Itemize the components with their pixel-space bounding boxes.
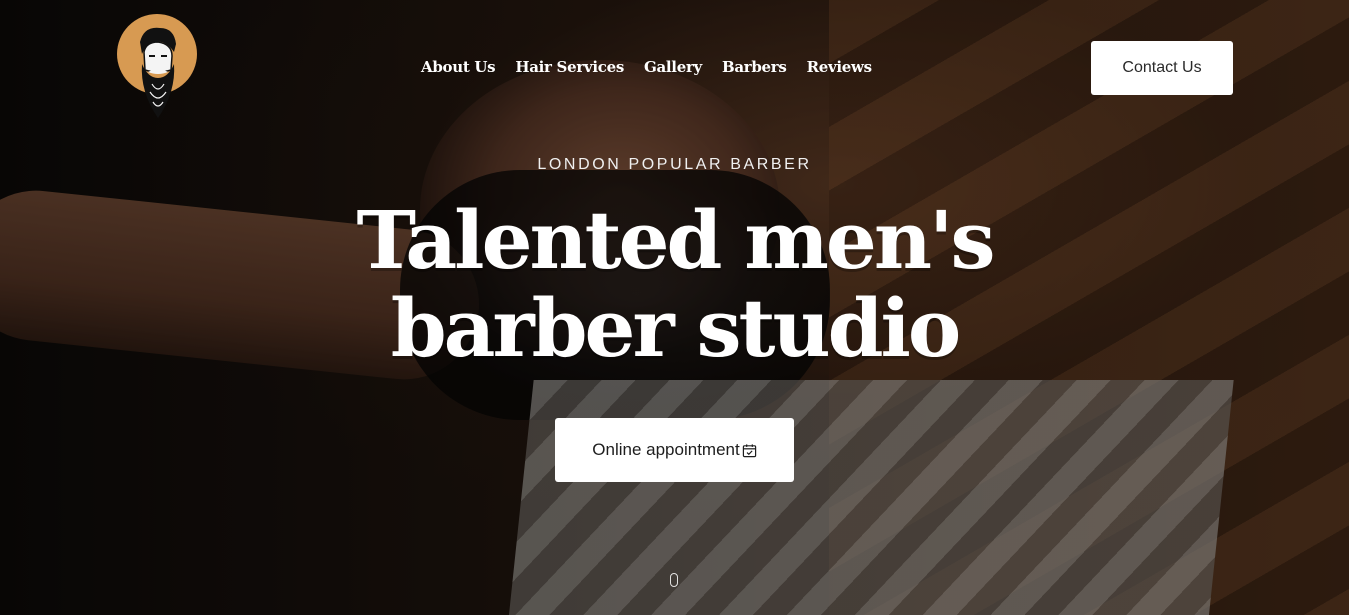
hero-headline-line-2: barber studio	[390, 281, 962, 375]
hero-headline-line-1: Talented men's	[356, 193, 995, 287]
nav-hair-services[interactable]: Hair Services	[515, 58, 624, 76]
nav-about-us[interactable]: About Us	[421, 58, 496, 76]
calendar-check-icon	[742, 443, 756, 457]
online-appointment-label: Online appointment	[592, 440, 740, 459]
online-appointment-button[interactable]: Online appointment	[555, 418, 794, 482]
site-logo[interactable]	[116, 14, 198, 119]
contact-us-button[interactable]: Contact Us	[1091, 41, 1233, 95]
nav-reviews[interactable]: Reviews	[807, 58, 873, 76]
main-nav: About Us Hair Services Gallery Barbers R…	[421, 58, 872, 76]
mouse-scroll-icon[interactable]	[670, 573, 678, 587]
hero-headline: Talented men's barber studio	[0, 196, 1349, 372]
hero-eyebrow: LONDON POPULAR BARBER	[537, 156, 812, 173]
bearded-man-logo-icon	[140, 27, 176, 118]
hero-section: About Us Hair Services Gallery Barbers R…	[0, 0, 1349, 615]
nav-gallery[interactable]: Gallery	[644, 58, 702, 76]
nav-barbers[interactable]: Barbers	[722, 58, 787, 76]
